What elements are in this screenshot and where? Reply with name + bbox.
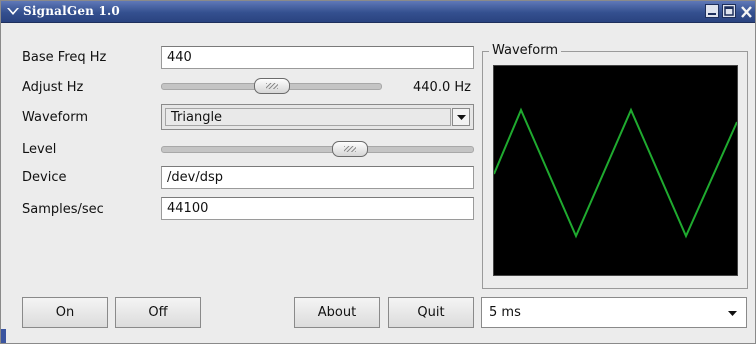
samples-input[interactable] [161, 197, 474, 220]
waveform-trace [493, 107, 738, 239]
waveform-dropdown-button[interactable] [452, 108, 470, 126]
chevron-down-icon [728, 311, 737, 316]
maximize-icon[interactable] [722, 4, 736, 18]
waveform-label: Waveform [22, 110, 88, 125]
chevron-down-icon [457, 115, 466, 120]
level-slider[interactable] [161, 146, 474, 153]
samples-label: Samples/sec [22, 202, 104, 217]
close-icon[interactable] [739, 4, 754, 18]
base-freq-label: Base Freq Hz [22, 50, 107, 65]
title-bar[interactable]: SignalGen 1.0 [1, 1, 755, 23]
adjust-hz-label: Adjust Hz [22, 80, 84, 95]
about-button[interactable]: About [294, 297, 380, 328]
waveform-select[interactable]: Triangle [161, 104, 474, 130]
minimize-icon[interactable] [705, 4, 719, 18]
level-slider-thumb[interactable] [332, 141, 368, 157]
level-label: Level [22, 142, 57, 157]
timebase-selected-value: 5 ms [489, 305, 521, 320]
base-freq-input[interactable] [161, 46, 474, 69]
device-label: Device [22, 170, 67, 185]
off-button[interactable]: Off [115, 297, 201, 328]
quit-button[interactable]: Quit [388, 297, 474, 328]
resize-grip[interactable] [1, 329, 6, 343]
window-title: SignalGen 1.0 [23, 4, 120, 18]
on-button[interactable]: On [22, 297, 108, 328]
waveform-scope [493, 65, 738, 276]
adjust-hz-slider-thumb[interactable] [254, 78, 290, 94]
chevron-down-icon[interactable] [5, 4, 21, 20]
waveform-selected-value: Triangle [165, 108, 451, 126]
signalgen-window: SignalGen 1.0 Base Freq Hz Adjust Hz 440… [0, 0, 756, 344]
adjust-hz-value: 440.0 Hz [413, 80, 471, 95]
device-input[interactable] [161, 166, 474, 189]
timebase-select[interactable]: 5 ms [481, 297, 747, 328]
waveform-frame-title: Waveform [489, 43, 561, 58]
